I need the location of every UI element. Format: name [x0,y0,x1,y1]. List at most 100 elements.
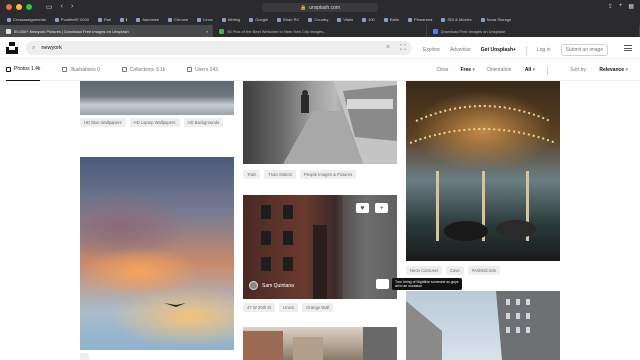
site-favicon-icon [219,28,225,34]
tag-chip[interactable]: 47 W 20th St [243,303,276,312]
license-dropdown[interactable]: Free ▾ [460,67,474,73]
photo-carousel[interactable] [406,81,560,261]
tab-collections[interactable]: Collections 3.1k [121,59,165,81]
like-button[interactable]: ♥ [356,203,369,213]
tag-chip[interactable]: Neon Carousel [406,266,442,275]
bookmark-item[interactable]: SDI & Movies [438,17,474,22]
photo-tags: HD Blue Wallpapers HD Laptop Wallpapers … [80,118,234,127]
minimize-window-button[interactable] [16,4,22,10]
bookmark-item[interactable]: ℹ [117,17,131,22]
advertise-link[interactable]: Advertise [450,47,471,53]
train-platform-illustration [283,81,397,164]
bookmark-item[interactable]: Ratio [381,17,402,22]
browser-chrome: ▭ ‹ › 🔒 unsplash.com ⇪ + ▦ Crossassignme… [0,0,640,37]
tab-illustrations[interactable]: Illustrations 0 [62,59,100,81]
heart-icon: ♥ [360,204,365,212]
get-unsplash-plus-link[interactable]: Get Unsplash+ [481,47,516,53]
add-to-collection-button[interactable]: + [375,203,388,213]
tag-chip[interactable]: Orange Wall [302,303,334,312]
share-icon[interactable]: ⇪ [608,3,613,10]
visual-search-icon[interactable]: ⛶ [400,43,406,53]
url-text: unsplash.com [309,4,341,11]
maximize-window-button[interactable] [26,4,32,10]
sort-dropdown[interactable]: Sort by Relevance ▾ [570,67,628,73]
site-header: ⌕ newyork × ⛶ Explore Advertise Get Unsp… [0,37,640,59]
browser-nav: ▭ ‹ › [46,3,73,11]
tag-chip[interactable]: Train [243,170,261,179]
bookmark-item[interactable]: Crossassignments [4,17,49,22]
explore-link[interactable]: Explore [423,47,440,53]
hover-tooltip: Turn hiring of Nightline someone sc-guys… [392,278,462,290]
tag-chip[interactable]: Union [279,303,299,312]
bookmark-item[interactable]: Google [246,17,271,22]
photo-skyscrapers[interactable] [406,291,560,360]
filter-divider [547,65,549,75]
address-bar[interactable]: 🔒 unsplash.com [262,3,378,12]
photo-sunset-bird[interactable] [80,157,234,350]
bookmarks-bar: Crossassignments Poultrieft7.0000 Rail ℹ… [0,14,640,25]
tab-photos[interactable]: Photos 1.4k [6,59,41,81]
users-icon [187,67,193,72]
tag-chip[interactable]: Train Station [264,170,296,179]
photo-grid: HD Blue Wallpapers HD Laptop Wallpapers … [0,81,640,360]
bookmark-item[interactable]: Poultrieft7.0000 [52,17,92,22]
close-tab-icon[interactable]: × [206,29,208,34]
bookmark-item[interactable]: Automise [133,17,162,22]
orientation-dropdown[interactable]: Orientation All ▾ [487,67,535,73]
bookmark-item[interactable]: Brian RC [274,17,302,22]
tag-chip[interactable]: HD Blue Wallpapers [80,118,126,127]
login-link[interactable]: Log in [537,47,551,53]
photo-train-station[interactable] [243,81,397,164]
carousel-lights-illustration [409,105,557,241]
bookmark-item[interactable]: Vitals [334,17,356,22]
bookmark-item[interactable]: Writing [219,17,243,22]
search-input[interactable]: ⌕ newyork × ⛶ [26,41,412,55]
browser-tab[interactable]: 50 Pics of the Best Welcome to New York … [213,25,427,37]
filter-bar: Photos 1.4k Illustrations 0 Collections … [0,59,640,81]
bookmark-item[interactable]: Linux [194,17,216,22]
bookmark-item[interactable]: Rail [95,17,114,22]
photo-author[interactable]: Sam Quintana [249,281,294,290]
bookmark-item[interactable]: Nona Storage [478,17,515,22]
tab-overview-icon[interactable]: ▦ [628,3,634,10]
browser-tab[interactable]: Download Free Images on Unsplash [427,25,640,37]
menu-icon[interactable] [624,45,632,51]
tag-chip[interactable]: HD Laptop Wallpapers [129,118,180,127]
sidebar-icon[interactable]: ▭ [46,3,53,11]
window-controls [6,4,32,10]
unsplash-logo-icon[interactable] [6,41,18,54]
photo-brick-building[interactable]: ♥ + Sam Quintana [243,195,397,299]
back-icon[interactable]: ‹ [61,3,63,11]
submit-image-button[interactable]: Submit an image [560,44,609,56]
skyscrapers-illustration [406,291,560,360]
tag-chip[interactable]: Cave [445,266,464,275]
new-tab-icon[interactable]: + [619,3,623,10]
close-window-button[interactable] [6,4,12,10]
tag-chip[interactable]: HD Backgrounds [183,118,224,127]
clear-filters-link[interactable]: Clear [437,67,449,73]
tab-strip: 50,000+ Newyork Pictures | Download Free… [0,25,640,37]
bookmark-item[interactable]: Country [305,17,331,22]
tag-chip[interactable]: People Images & Pictures [299,170,357,179]
forward-icon[interactable]: › [71,3,73,11]
tag-chip[interactable]: #ArtistsCircle [467,266,501,275]
browser-tab[interactable]: 50,000+ Newyork Pictures | Download Free… [0,25,214,37]
download-button[interactable] [376,279,389,289]
clear-search-icon[interactable]: × [386,44,390,51]
google-favicon-icon [432,28,438,34]
search-icon: ⌕ [32,44,36,51]
browser-toolbar: ▭ ‹ › 🔒 unsplash.com ⇪ + ▦ [0,0,640,14]
avatar [249,281,258,290]
tag-chip[interactable] [80,353,90,360]
bird-icon [164,303,186,307]
bookmark-item[interactable]: 100 [359,17,378,22]
nav-divider [525,45,527,55]
photo-icon [6,66,11,72]
tab-users[interactable]: Users 243 [187,59,218,81]
bookmark-item[interactable]: Pinearena [405,17,435,22]
lock-icon: 🔒 [299,4,307,11]
photo-tags [80,353,234,360]
photo-city-buildings[interactable] [243,327,397,360]
bookmark-item[interactable]: Chrome [165,17,191,22]
photo-blue-street[interactable] [80,81,234,115]
